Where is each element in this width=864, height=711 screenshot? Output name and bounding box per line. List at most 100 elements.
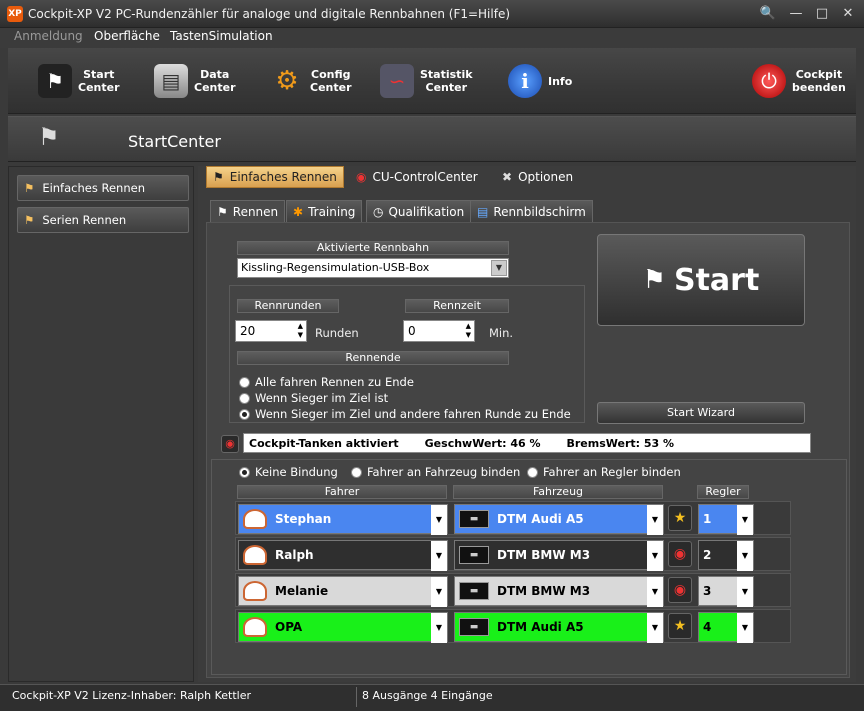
radio-dot[interactable]	[351, 466, 362, 478]
start-center-button[interactable]: ⚑ Start Center	[38, 56, 120, 106]
chevron-down-icon[interactable]: ▼	[647, 577, 663, 607]
page-header: ⚑ StartCenter	[8, 116, 856, 162]
radio-dot[interactable]	[527, 466, 538, 478]
driver-select[interactable]: Ralph ▼	[238, 540, 448, 571]
minimize-button[interactable]: —	[786, 5, 806, 23]
menu-bar: Anmeldung Oberfläche TastenSimulation	[0, 28, 864, 48]
maximize-button[interactable]: □	[812, 5, 832, 23]
col-car-header: Fahrzeug	[453, 485, 663, 499]
driver-select[interactable]: OPA ▼	[238, 612, 448, 643]
runner-icon: ✱	[293, 204, 304, 219]
end-header: Rennende	[237, 351, 509, 365]
tank-info: Cockpit-Tanken aktiviert	[249, 436, 399, 450]
cockpit-beenden-button[interactable]: ⏻ Cockpit beenden	[752, 56, 846, 106]
chevron-down-icon[interactable]: ▼	[737, 577, 753, 607]
car-select[interactable]: ▬ DTM Audi A5 ▼	[454, 612, 664, 643]
chevron-down-icon[interactable]: ▼	[431, 541, 447, 571]
car-icon: ▬	[459, 618, 489, 636]
checkered-flag-icon: ⚑	[642, 265, 666, 295]
tab-rennen[interactable]: ⚑ Rennen	[210, 200, 286, 222]
menu-anmeldung[interactable]: Anmeldung	[14, 29, 83, 43]
sidebar-item-einfaches-rennen[interactable]: ⚑ Einfaches Rennen	[17, 175, 189, 201]
star-icon: ★	[668, 613, 692, 639]
menu-oberflaeche[interactable]: Oberfläche	[94, 29, 160, 43]
tab-rennbildschirm[interactable]: ▤ Rennbildschirm	[470, 200, 593, 222]
table-row: Melanie ▼ ▬ DTM BMW M3 ▼ ◉ 3 ▼	[235, 573, 791, 607]
controller-select[interactable]: 2 ▼	[698, 540, 754, 571]
radio-dot[interactable]	[239, 408, 250, 420]
time-stepper[interactable]: 0 ▲ ▼	[403, 320, 475, 342]
app-icon: XP	[7, 6, 23, 22]
cu-icon: ◉	[668, 541, 692, 567]
chevron-down-icon[interactable]: ▼	[647, 541, 663, 571]
laps-stepper[interactable]: 20 ▲ ▼	[235, 320, 307, 342]
chevron-down-icon[interactable]: ▼	[737, 613, 753, 643]
info-button[interactable]: i Info	[508, 56, 572, 106]
brake-info: BremsWert: 53 %	[566, 436, 675, 450]
chevron-down-icon[interactable]: ▼	[737, 541, 753, 571]
config-center-button[interactable]: ⚙ Config Center	[270, 56, 351, 106]
cu-icon: ◉	[221, 435, 239, 453]
chevron-down-icon[interactable]: ▼	[431, 505, 447, 535]
stepper-arrows-icon[interactable]: ▲ ▼	[298, 322, 303, 340]
star-icon: ★	[668, 505, 692, 531]
chevron-down-icon[interactable]: ▼	[491, 260, 507, 276]
driver-select[interactable]: Melanie ▼	[238, 576, 448, 607]
car-select[interactable]: ▬ DTM BMW M3 ▼	[454, 540, 664, 571]
controller-select[interactable]: 4 ▼	[698, 612, 754, 643]
chevron-down-icon[interactable]: ▼	[737, 505, 753, 535]
monitor-icon: ▤	[477, 204, 489, 219]
chevron-down-icon[interactable]: ▼	[647, 613, 663, 643]
tab-cu-controlcenter[interactable]: ◉ CU-ControlCenter	[350, 166, 484, 188]
chevron-down-icon[interactable]: ▼	[431, 613, 447, 643]
car-name: DTM BMW M3	[497, 548, 591, 562]
data-center-button[interactable]: ▤ Data Center	[154, 56, 236, 106]
helmet-icon	[243, 509, 267, 529]
col-controller-header: Regler	[697, 485, 749, 499]
tab-qualifikation[interactable]: ◷ Qualifikation	[366, 200, 472, 222]
sidebar-item-serien-rennen[interactable]: ⚑ Serien Rennen	[17, 207, 189, 233]
tab-einfaches-rennen[interactable]: ⚑ Einfaches Rennen	[206, 166, 344, 188]
controller-number: 2	[703, 548, 712, 562]
radio-keine-bindung[interactable]: Keine Bindung	[239, 465, 338, 479]
car-select[interactable]: ▬ DTM Audi A5 ▼	[454, 504, 664, 535]
radio-dot[interactable]	[239, 376, 250, 388]
table-row: Ralph ▼ ▬ DTM BMW M3 ▼ ◉ 2 ▼	[235, 537, 791, 571]
stepper-arrows-icon[interactable]: ▲ ▼	[466, 322, 471, 340]
close-button[interactable]: ✕	[838, 5, 858, 23]
table-row: Stephan ▼ ▬ DTM Audi A5 ▼ ★ 1 ▼	[235, 501, 791, 535]
radio-end-all[interactable]: Alle fahren Rennen zu Ende	[239, 375, 414, 389]
io-text: 8 Ausgänge 4 Eingänge	[362, 689, 493, 702]
chevron-down-icon[interactable]: ▼	[431, 577, 447, 607]
menu-tastensimulation[interactable]: TastenSimulation	[170, 29, 273, 43]
radio-fahrer-regler[interactable]: Fahrer an Regler binden	[527, 465, 681, 479]
radio-end-winner[interactable]: Wenn Sieger im Ziel ist	[239, 391, 388, 405]
radio-fahrer-fahrzeug[interactable]: Fahrer an Fahrzeug binden	[351, 465, 520, 479]
time-header: Rennzeit	[405, 299, 509, 313]
car-select[interactable]: ▬ DTM BMW M3 ▼	[454, 576, 664, 607]
radio-end-winner-lap[interactable]: Wenn Sieger im Ziel und andere fahren Ru…	[239, 407, 571, 421]
start-wizard-button[interactable]: Start Wizard	[597, 402, 805, 424]
driver-select[interactable]: Stephan ▼	[238, 504, 448, 535]
checkered-flag-icon: ⚑	[38, 123, 60, 151]
search-icon[interactable]: 🔍	[758, 5, 778, 23]
status-divider	[356, 687, 357, 707]
chevron-down-icon[interactable]: ▼	[647, 505, 663, 535]
controller-number: 1	[703, 512, 712, 526]
track-select[interactable]: Kissling-Regensimulation-USB-Box ▼	[237, 258, 509, 278]
controller-select[interactable]: 3 ▼	[698, 576, 754, 607]
tab-optionen[interactable]: ✖ Optionen	[496, 166, 579, 188]
page-title: StartCenter	[128, 132, 221, 151]
statistik-center-button[interactable]: ∽ Statistik Center	[380, 56, 473, 106]
info-bar: Cockpit-Tanken aktiviert GeschwWert: 46 …	[243, 433, 811, 453]
controller-number: 4	[703, 620, 712, 634]
radio-dot[interactable]	[239, 392, 250, 404]
controller-select[interactable]: 1 ▼	[698, 504, 754, 535]
radio-dot[interactable]	[239, 466, 250, 478]
driver-name: Melanie	[275, 584, 329, 598]
trophy-icon: ⚑	[24, 213, 35, 227]
driver-name: Stephan	[275, 512, 332, 526]
start-button[interactable]: ⚑ Start	[597, 234, 805, 326]
tab-training[interactable]: ✱ Training	[286, 200, 363, 222]
power-icon: ⏻	[752, 64, 786, 98]
